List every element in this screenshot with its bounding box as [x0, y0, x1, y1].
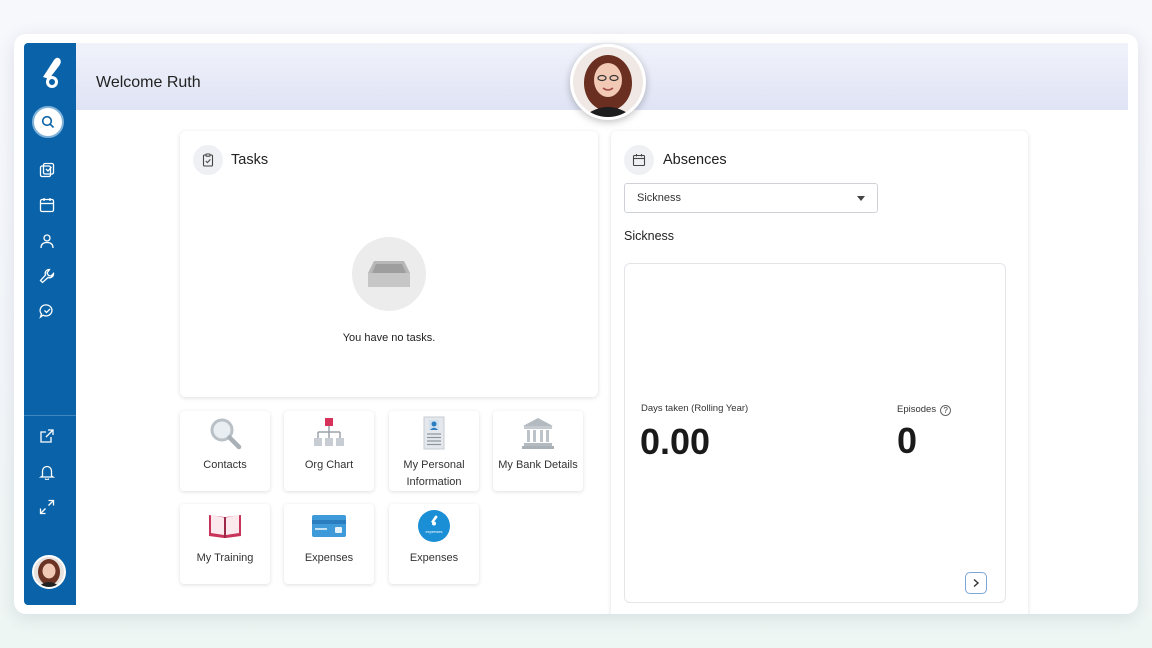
- tile-org-chart[interactable]: Org Chart: [284, 411, 374, 491]
- user-icon[interactable]: [38, 232, 56, 250]
- tile-label: My Bank Details: [498, 459, 578, 471]
- tile-expenses-card[interactable]: Expenses: [284, 504, 374, 584]
- empty-inbox: [352, 237, 426, 311]
- tile-label: My Personal Information: [403, 459, 465, 488]
- search-icon: [41, 115, 55, 129]
- help-icon[interactable]: ?: [940, 405, 952, 416]
- episodes-value: 0: [897, 420, 918, 461]
- tasks-title: Tasks: [231, 152, 269, 168]
- calendar-icon: [624, 145, 654, 175]
- tile-label: Org Chart: [304, 459, 354, 471]
- logo-icon[interactable]: [37, 55, 63, 89]
- bell-icon[interactable]: [38, 463, 56, 481]
- tasks-card: Tasks You have no tasks.: [180, 131, 598, 397]
- absence-summary-card: Days taken (Rolling Year) 0.00 Episodes?…: [624, 263, 1006, 603]
- chevron-right-icon: [973, 578, 980, 588]
- tile-label: Expenses: [304, 552, 354, 564]
- tile-label: My Training: [196, 552, 254, 564]
- tile-my-training[interactable]: My Training: [180, 504, 270, 584]
- days-taken-label: Days taken (Rolling Year): [641, 403, 749, 414]
- absence-type-select[interactable]: Sickness: [624, 183, 878, 213]
- sidebar-avatar[interactable]: [32, 555, 66, 589]
- org-chart-icon: [284, 416, 374, 450]
- tile-my-bank-details[interactable]: My Bank Details: [493, 411, 583, 491]
- chat-icon[interactable]: [38, 302, 56, 320]
- episodes-label-wrap: Episodes?: [897, 404, 952, 416]
- tile-label: Expenses: [409, 552, 459, 564]
- absences-title: Absences: [663, 152, 727, 168]
- tasks-icon[interactable]: [38, 161, 56, 179]
- profile-avatar[interactable]: [570, 44, 646, 120]
- tile-my-personal-information[interactable]: My Personal Information: [389, 411, 479, 491]
- next-button[interactable]: [965, 572, 987, 594]
- episodes-label: Episodes: [897, 404, 937, 415]
- search-button[interactable]: [32, 106, 64, 138]
- absences-card: Absences Sickness Sickness Days taken (R…: [611, 131, 1028, 614]
- book-icon: [180, 509, 270, 543]
- wrench-icon[interactable]: [38, 267, 56, 285]
- days-taken-value: 0.00: [640, 421, 711, 462]
- expenses-logo-text: expenses: [425, 529, 443, 534]
- calendar-icon[interactable]: [38, 196, 56, 214]
- expenses-logo: expenses: [418, 510, 450, 542]
- card-icon: [284, 509, 374, 543]
- inbox-tray-icon: [368, 261, 410, 287]
- magnifier-icon: [180, 416, 270, 450]
- tile-contacts[interactable]: Contacts: [180, 411, 270, 491]
- tile-expenses-app[interactable]: expenses Expenses: [389, 504, 479, 584]
- expenses-logo-icon: expenses: [389, 509, 479, 543]
- absence-section-label: Sickness: [624, 229, 675, 243]
- sidebar: [24, 43, 76, 605]
- bank-icon: [493, 416, 583, 450]
- chevron-down-icon: [857, 196, 865, 201]
- document-person-icon: [389, 416, 479, 450]
- external-link-icon[interactable]: [38, 427, 56, 445]
- tile-label: Contacts: [203, 459, 247, 471]
- absence-type-value: Sickness: [637, 192, 682, 204]
- welcome-title: Welcome Ruth: [96, 74, 201, 91]
- clipboard-check-icon: [193, 145, 223, 175]
- no-tasks-message: You have no tasks.: [342, 332, 436, 344]
- sidebar-divider: [24, 415, 76, 416]
- app-window: Welcome Ruth Tasks You have no tasks. Co…: [14, 34, 1138, 614]
- expand-icon[interactable]: [38, 498, 56, 516]
